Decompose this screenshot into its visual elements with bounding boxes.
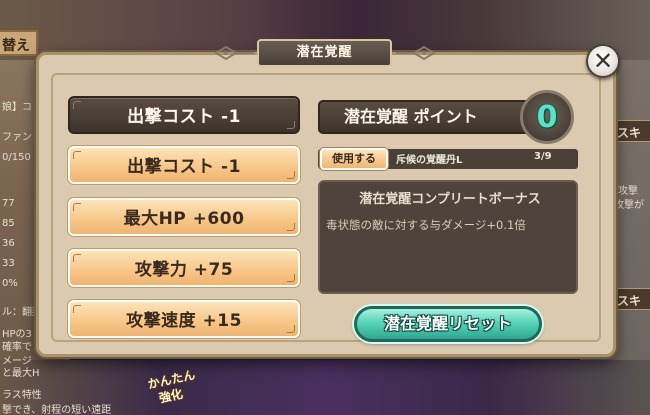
background-text: 77 bbox=[2, 198, 15, 209]
use-item-button[interactable]: 使用する bbox=[319, 147, 389, 171]
awakening-reset-button[interactable]: 潜在覚醒リセット bbox=[354, 306, 542, 342]
background-header-label: 替え bbox=[0, 30, 38, 56]
background-text: 0% bbox=[2, 278, 18, 289]
background-text: と最大H bbox=[2, 368, 40, 379]
points-value: 0 bbox=[536, 99, 558, 135]
ornament-left-icon bbox=[214, 45, 254, 61]
item-count: 3/9 bbox=[534, 151, 552, 162]
complete-bonus-description: 毒状態の敵に対する与ダメージ+0.1倍 bbox=[326, 218, 526, 232]
background-text: 攻撃 bbox=[618, 186, 638, 197]
bonus-attack[interactable]: 攻撃力 +75 bbox=[67, 248, 301, 288]
bonus-label: 出撃コスト -1 bbox=[127, 157, 241, 177]
points-label: 潜在覚醒 ポイント bbox=[344, 107, 478, 126]
background-text: 36 bbox=[2, 238, 15, 249]
complete-bonus-title: 潜在覚醒コンプリートボーナス bbox=[359, 192, 541, 207]
background-skill-tab: スキ bbox=[610, 120, 650, 142]
bonus-deploy-cost-1[interactable]: 出撃コスト -1 bbox=[68, 96, 300, 134]
close-icon: ✕ bbox=[592, 47, 614, 75]
background-skill-tab: スキ bbox=[610, 288, 650, 310]
background-text: 85 bbox=[2, 218, 15, 229]
bonus-label: 出撃コスト -1 bbox=[127, 107, 241, 127]
close-button[interactable]: ✕ bbox=[586, 44, 620, 78]
dialog-title: 潜在覚醒 bbox=[257, 39, 392, 67]
background-text: 撃でき、射程の短い遠距 bbox=[2, 405, 112, 415]
background-text: ラス特性 bbox=[2, 390, 42, 401]
background-text: 娘】コ bbox=[2, 102, 32, 113]
ornament-right-icon bbox=[396, 45, 436, 61]
background-text: 0/150 bbox=[2, 152, 31, 163]
bonus-label: 最大HP +600 bbox=[123, 209, 245, 229]
awakening-points-bar: 潜在覚醒 ポイント bbox=[318, 100, 550, 134]
background-text: 33 bbox=[2, 258, 15, 269]
background-text: 確率で bbox=[2, 342, 32, 353]
points-counter: 0 bbox=[520, 90, 574, 144]
bonus-attack-speed[interactable]: 攻撃速度 +15 bbox=[67, 299, 301, 339]
background-text: 攻撃が bbox=[614, 200, 644, 211]
bonus-label: 攻撃速度 +15 bbox=[126, 311, 242, 331]
bonus-max-hp[interactable]: 最大HP +600 bbox=[67, 197, 301, 237]
item-name: 斥候の覚醒丹L bbox=[396, 155, 463, 166]
bonus-deploy-cost-2[interactable]: 出撃コスト -1 bbox=[67, 145, 301, 185]
background-text: ファン bbox=[2, 132, 32, 143]
bonus-label: 攻撃力 +75 bbox=[134, 260, 234, 280]
